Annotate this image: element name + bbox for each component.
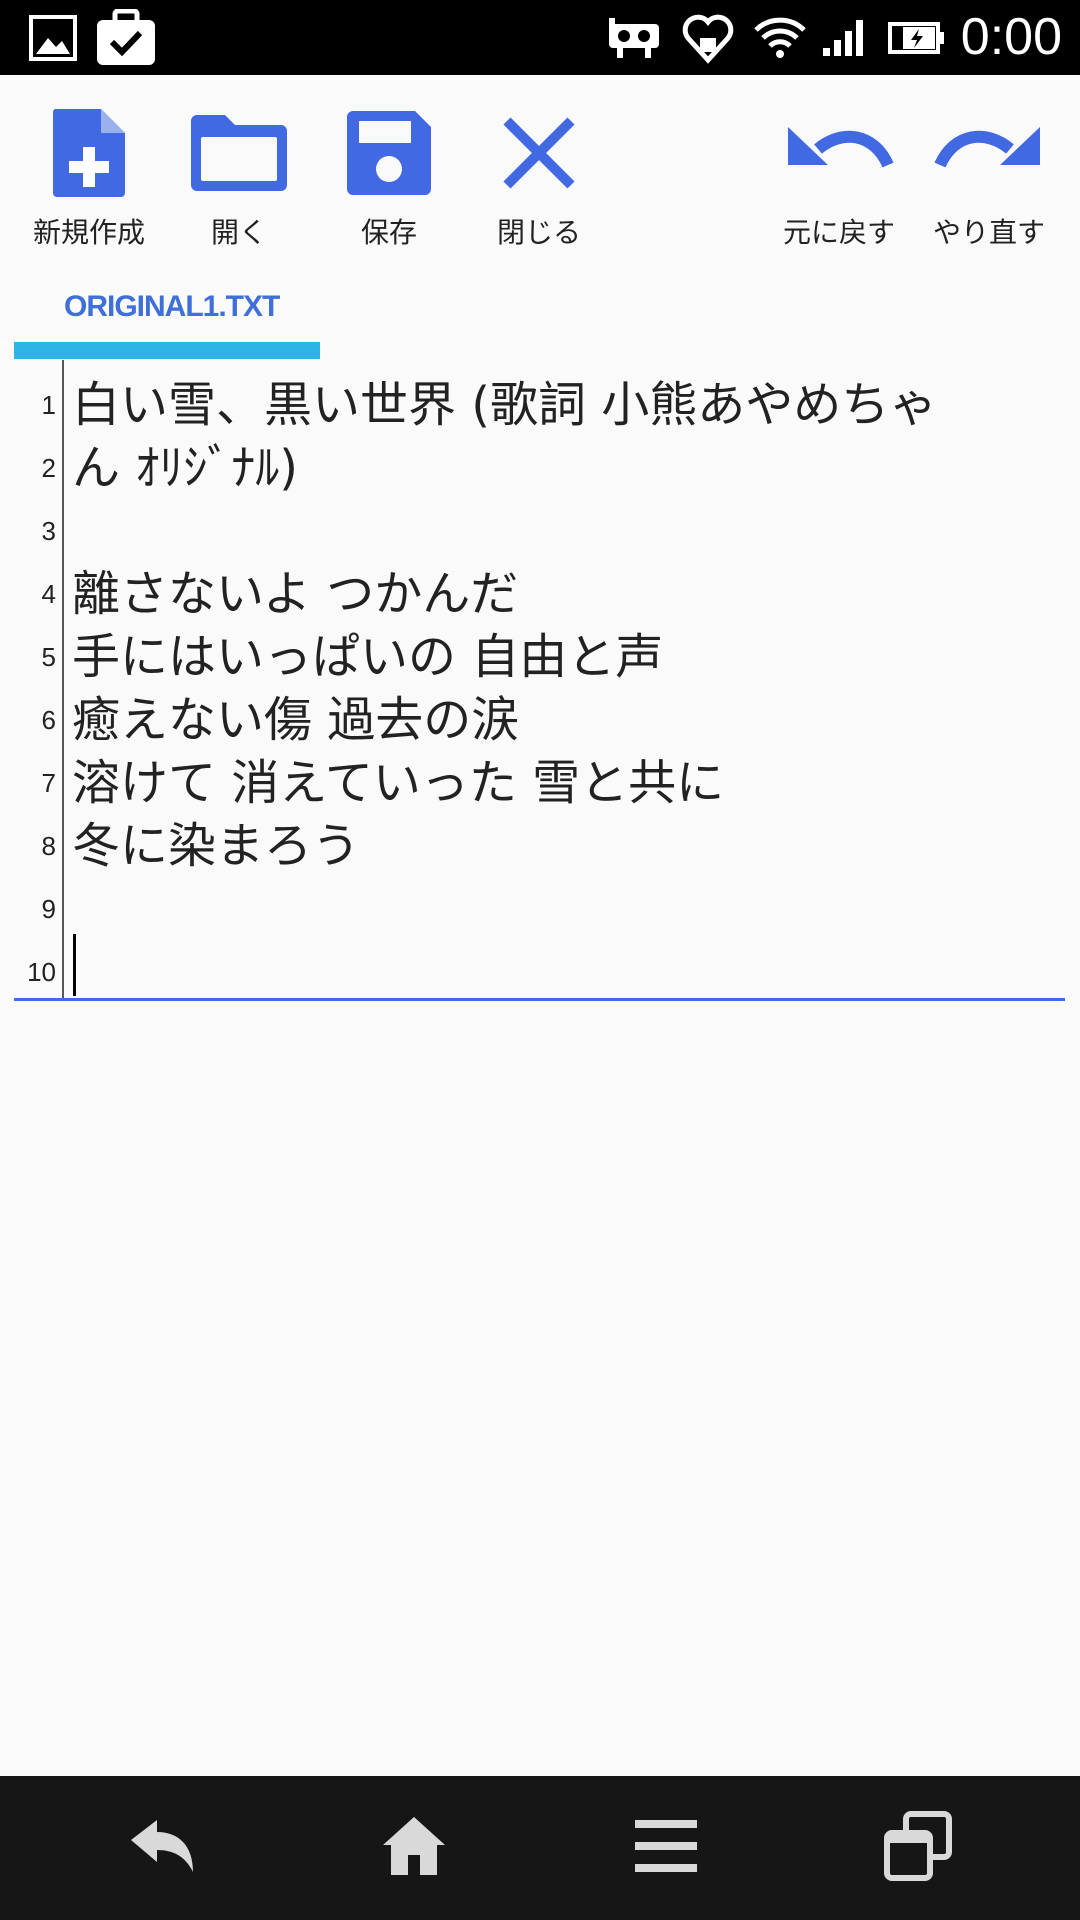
save-button[interactable]: 保存 xyxy=(314,103,464,253)
toolbar: 新規作成 開く 保存 閉じる 元に戻す やり直す xyxy=(0,75,1080,265)
editor-bottom-border xyxy=(14,998,1065,1001)
redo-button[interactable]: やり直す xyxy=(914,103,1064,253)
close-button[interactable]: 閉じる xyxy=(464,103,614,253)
folder-icon xyxy=(184,103,294,203)
tab-original1-txt[interactable]: ORIGINAL1.TXT xyxy=(14,280,320,360)
signal-icon xyxy=(820,0,870,75)
recent-apps-icon xyxy=(884,1811,952,1885)
line-number: 7 xyxy=(41,768,56,798)
menu-icon xyxy=(633,1818,699,1878)
undo-button[interactable]: 元に戻す xyxy=(764,103,914,253)
image-icon xyxy=(26,0,80,75)
line-number: 2 xyxy=(41,453,56,483)
redo-label: やり直す xyxy=(932,216,1045,249)
text-line: 冬に染まろう xyxy=(72,818,361,874)
undo-label: 元に戻す xyxy=(782,216,895,249)
line-number: 10 xyxy=(27,957,56,987)
menu-button[interactable] xyxy=(566,1776,766,1920)
close-label: 閉じる xyxy=(496,216,581,249)
text-line: 手にはいっぱいの 自由と声 xyxy=(72,629,664,685)
wifi-icon xyxy=(752,0,808,75)
text-cursor xyxy=(73,934,76,996)
open-button[interactable]: 開く xyxy=(164,103,314,253)
clock: 0:00 xyxy=(960,8,1062,66)
briefcase-check-icon xyxy=(94,0,158,75)
redo-icon xyxy=(934,103,1044,203)
text-area[interactable]: 白い雪、黒い世界 (歌詞 小熊あやめちゃ ん ｵﾘｼﾞﾅﾙ) 離さないよ つかん… xyxy=(72,360,1062,1000)
new-file-button[interactable]: 新規作成 xyxy=(14,103,164,253)
vr-headset-icon xyxy=(606,0,662,75)
line-number: 8 xyxy=(41,831,56,861)
battery-charging-icon xyxy=(886,0,948,75)
navigation-bar xyxy=(0,1776,1080,1920)
new-file-icon xyxy=(34,103,144,203)
line-number: 1 xyxy=(41,390,56,420)
text-line: 癒えない傷 過去の涙 xyxy=(72,692,520,748)
recent-apps-button[interactable] xyxy=(818,1776,1018,1920)
back-button[interactable] xyxy=(62,1776,262,1920)
close-icon xyxy=(484,103,594,203)
line-number: 3 xyxy=(41,516,56,546)
save-icon xyxy=(334,103,444,203)
line-number: 6 xyxy=(41,705,56,735)
new-file-label: 新規作成 xyxy=(32,216,145,249)
home-button[interactable] xyxy=(314,1776,514,1920)
text-line: ん ｵﾘｼﾞﾅﾙ) xyxy=(72,440,298,496)
text-line: 溶けて 消えていった 雪と共に xyxy=(72,755,725,811)
line-number: 9 xyxy=(41,894,56,924)
tab-active-indicator xyxy=(14,342,320,359)
undo-icon xyxy=(784,103,894,203)
line-number: 4 xyxy=(41,579,56,609)
open-label: 開く xyxy=(210,216,267,249)
text-line: 白い雪、黒い世界 (歌詞 小熊あやめちゃ xyxy=(72,377,938,433)
save-label: 保存 xyxy=(360,216,417,249)
status-bar: 0:00 xyxy=(0,0,1080,75)
text-editor[interactable]: 1 2 3 4 5 6 7 8 9 10 白い雪、黒い世界 (歌詞 小熊あやめち… xyxy=(14,360,1065,1001)
back-icon xyxy=(127,1818,197,1878)
tab-label: ORIGINAL1.TXT xyxy=(64,290,280,323)
line-number: 5 xyxy=(41,642,56,672)
heart-download-icon xyxy=(680,0,736,75)
line-number-gutter: 1 2 3 4 5 6 7 8 9 10 xyxy=(14,360,64,1000)
text-line: 離さないよ つかんだ xyxy=(72,566,519,622)
home-icon xyxy=(381,1815,447,1881)
